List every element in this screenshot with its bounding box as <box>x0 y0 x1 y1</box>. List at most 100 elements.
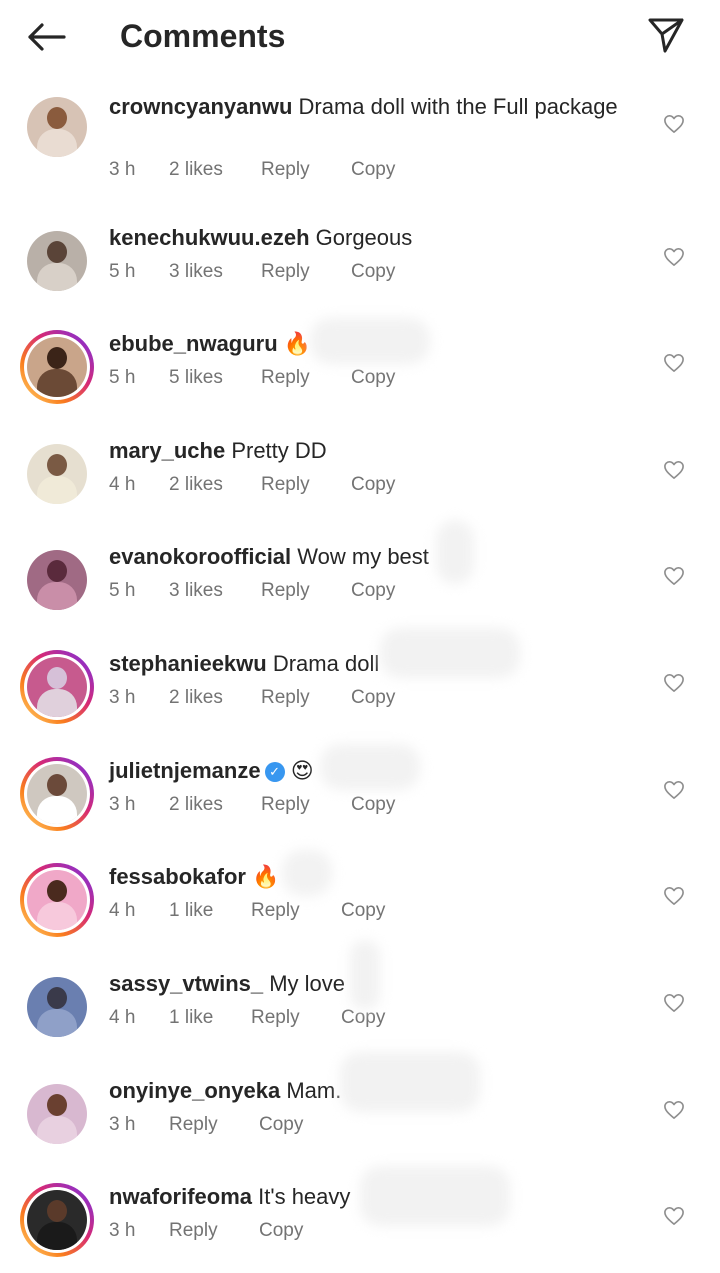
comment-meta: 4 h1 like Reply Copy <box>109 1006 385 1030</box>
comment-text: Drama doll <box>272 651 380 676</box>
avatar[interactable] <box>20 330 94 404</box>
comment-likes[interactable]: 5 likes <box>169 366 261 390</box>
comment-likes[interactable]: 2 likes <box>169 158 261 182</box>
comment-line: nwaforifeoma It's heavy <box>109 1183 350 1211</box>
reply-button[interactable]: Reply <box>261 366 351 390</box>
heart-icon <box>664 887 684 905</box>
comment-username[interactable]: nwaforifeoma <box>109 1184 252 1209</box>
like-heart-button[interactable] <box>660 243 688 271</box>
back-button[interactable] <box>20 14 72 60</box>
like-heart-button[interactable] <box>660 1096 688 1124</box>
reply-button[interactable]: Reply <box>261 260 351 284</box>
like-heart-button[interactable] <box>660 989 688 1017</box>
comment-username[interactable]: crowncyanyanwu <box>109 94 292 119</box>
avatar[interactable] <box>20 543 94 617</box>
comment-username[interactable]: sassy_vtwins_ <box>109 971 263 996</box>
comment-text: 🔥 <box>283 332 312 357</box>
comment-text: My love <box>269 971 346 996</box>
like-heart-button[interactable] <box>660 1202 688 1230</box>
comment-likes[interactable]: 2 likes <box>169 793 261 817</box>
comment-likes[interactable]: 2 likes <box>169 473 261 497</box>
redaction-smudge <box>320 744 420 790</box>
comment-line: crowncyanyanwu Drama doll with the Full … <box>109 93 618 121</box>
avatar[interactable] <box>20 757 94 831</box>
copy-button[interactable]: Copy <box>351 260 395 284</box>
comment-line: onyinye_onyeka Mam. <box>109 1077 341 1105</box>
heart-icon <box>664 354 684 372</box>
redaction-smudge <box>360 1166 510 1226</box>
avatar[interactable] <box>20 1077 94 1151</box>
copy-button[interactable]: Copy <box>351 366 395 390</box>
comment-likes[interactable]: 3 likes <box>169 260 261 284</box>
avatar[interactable] <box>20 90 94 164</box>
like-heart-button[interactable] <box>660 882 688 910</box>
arrow-left-icon <box>28 23 66 51</box>
reply-button[interactable]: Reply <box>261 793 351 817</box>
heart-icon <box>664 1101 684 1119</box>
comment-username[interactable]: onyinye_onyeka <box>109 1078 280 1103</box>
reply-button[interactable]: Reply <box>251 899 341 923</box>
share-button[interactable] <box>640 12 692 58</box>
comment-username[interactable]: mary_uche <box>109 438 225 463</box>
comment-likes[interactable]: 1 like <box>169 1006 251 1030</box>
comment-time: 3 h <box>109 159 136 180</box>
reply-button[interactable]: Reply <box>261 579 351 603</box>
heart-icon <box>664 994 684 1012</box>
avatar[interactable] <box>20 1183 94 1257</box>
heart-icon <box>664 781 684 799</box>
comment-time: 5 h <box>109 261 136 282</box>
reply-button[interactable]: Reply <box>261 158 351 182</box>
avatar[interactable] <box>20 224 94 298</box>
comment-username[interactable]: ebube_nwaguru <box>109 331 278 356</box>
comment-time: 3 h <box>109 687 136 708</box>
avatar[interactable] <box>20 650 94 724</box>
like-heart-button[interactable] <box>660 349 688 377</box>
like-heart-button[interactable] <box>660 562 688 590</box>
copy-button[interactable]: Copy <box>351 579 395 603</box>
comment-likes[interactable]: 3 likes <box>169 579 261 603</box>
comment-username[interactable]: fessabokafor <box>109 864 246 889</box>
avatar[interactable] <box>20 863 94 937</box>
copy-button[interactable]: Copy <box>351 793 395 817</box>
heart-icon <box>664 115 684 133</box>
comment-meta: 3 h 2 likes Reply Copy <box>109 793 395 817</box>
comment-line: mary_uche Pretty DD <box>109 437 327 465</box>
heart-icon <box>664 461 684 479</box>
like-heart-button[interactable] <box>660 776 688 804</box>
copy-button[interactable]: Copy <box>259 1113 303 1137</box>
comment-username[interactable]: kenechukwuu.ezeh <box>109 225 310 250</box>
like-heart-button[interactable] <box>660 669 688 697</box>
comment-time: 4 h <box>109 900 136 921</box>
copy-button[interactable]: Copy <box>341 899 385 923</box>
reply-button[interactable]: Reply <box>251 1006 341 1030</box>
comment-meta: 4 h 2 likes Reply Copy <box>109 473 395 497</box>
comment-item: stephanieekwu Drama doll 3 h 2 likes Reply C… <box>0 634 720 740</box>
comment-meta: 5 h 3 likes Reply Copy <box>109 260 395 284</box>
redaction-smudge <box>282 850 332 896</box>
comment-username[interactable]: julietnjemanze <box>109 758 261 783</box>
copy-button[interactable]: Copy <box>351 686 395 710</box>
comment-time: 3 h <box>109 1220 136 1241</box>
copy-button[interactable]: Copy <box>351 158 395 182</box>
comment-time: 4 h <box>109 1007 136 1028</box>
redaction-smudge <box>340 1052 480 1112</box>
reply-button[interactable]: Reply <box>261 686 351 710</box>
comment-username[interactable]: stephanieekwu <box>109 651 267 676</box>
comment-likes[interactable]: 2 likes <box>169 686 261 710</box>
comment-text: It's heavy <box>258 1184 351 1209</box>
avatar[interactable] <box>20 437 94 511</box>
redaction-smudge <box>310 318 430 364</box>
comment-username[interactable]: evanokoroofficial <box>109 544 291 569</box>
reply-button[interactable]: Reply <box>261 473 351 497</box>
heart-icon <box>664 567 684 585</box>
reply-button[interactable]: Reply <box>169 1219 259 1243</box>
like-heart-button[interactable] <box>660 110 688 138</box>
comment-likes[interactable]: 1 like <box>169 899 251 923</box>
avatar[interactable] <box>20 970 94 1044</box>
reply-button[interactable]: Reply <box>169 1113 259 1137</box>
copy-button[interactable]: Copy <box>351 473 395 497</box>
copy-button[interactable]: Copy <box>259 1219 303 1243</box>
heart-icon <box>664 1207 684 1225</box>
comment-line: evanokoroofficial Wow my best <box>109 543 429 571</box>
like-heart-button[interactable] <box>660 456 688 484</box>
